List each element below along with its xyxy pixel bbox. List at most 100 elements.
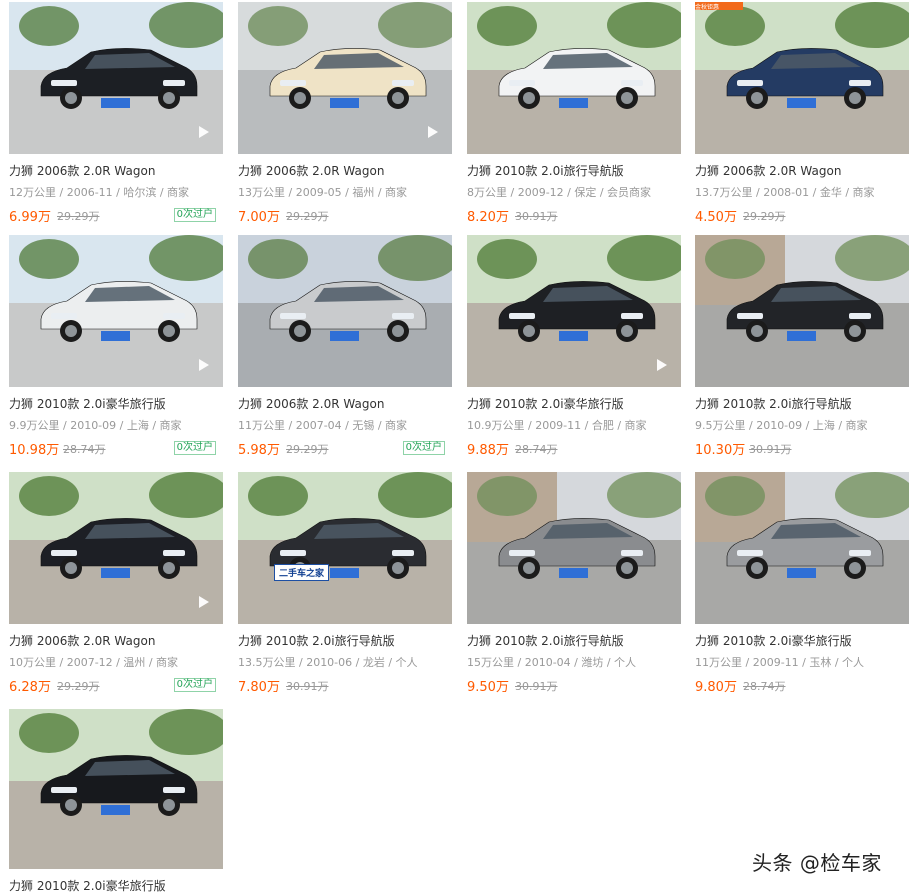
car-photo[interactable] — [467, 2, 681, 154]
car-photo[interactable] — [695, 235, 909, 387]
listing-title[interactable]: 力狮 2010款 2.0i旅行导航版 — [467, 162, 624, 179]
listing-meta: 11万公里 / 2009-11 / 玉林 / 个人 — [695, 656, 865, 669]
original-price: 28.74万 — [515, 443, 558, 456]
listing-card[interactable]: 力狮 2010款 2.0i豪华旅行版 — [0, 709, 223, 893]
listing-title[interactable]: 力狮 2006款 2.0R Wagon — [9, 632, 155, 649]
listing-grid: 力狮 2006款 2.0R Wagon 12万公里 / 2006-11 / 哈尔滨… — [0, 0, 919, 893]
tree-shape — [248, 476, 308, 516]
listing-meta: 15万公里 / 2010-04 / 潍坊 / 个人 — [467, 656, 637, 669]
car-photo[interactable] — [9, 709, 223, 869]
listing-card[interactable]: 二手车之家 力狮 2010款 2.0i旅行导航版 13.5万公里 / 2010-06… — [229, 472, 452, 698]
listing-card[interactable]: 力狮 2010款 2.0i豪华旅行版 10.9万公里 / 2009-11 / 合肥… — [458, 235, 681, 461]
listing-title[interactable]: 力狮 2006款 2.0R Wagon — [695, 162, 841, 179]
license-plate — [101, 98, 131, 108]
car-photo[interactable]: 二手车之家 — [238, 472, 452, 624]
listing-title[interactable]: 力狮 2006款 2.0R Wagon — [238, 162, 384, 179]
listing-card[interactable]: 力狮 2006款 2.0R Wagon 13万公里 / 2009-05 / 福州 … — [229, 2, 452, 228]
listing-price: 10.30万 — [695, 443, 746, 458]
original-price: 28.74万 — [743, 680, 786, 693]
car-photo[interactable] — [695, 472, 909, 624]
car-photo[interactable]: 金秋钜惠 — [695, 2, 909, 154]
listing-title[interactable]: 力狮 2010款 2.0i豪华旅行版 — [695, 632, 852, 649]
tree-shape — [705, 476, 765, 516]
listing-price: 10.98万 — [9, 443, 60, 458]
site-watermark: 二手车之家 — [274, 564, 330, 581]
listing-card[interactable]: 力狮 2010款 2.0i旅行导航版 15万公里 / 2010-04 / 潍坊 /… — [458, 472, 681, 698]
tree-shape — [19, 476, 79, 516]
listing-meta: 13.7万公里 / 2008-01 / 金华 / 商家 — [695, 186, 875, 199]
original-price: 30.91万 — [515, 210, 558, 223]
tree-shape — [248, 239, 308, 279]
play-icon[interactable] — [657, 359, 667, 371]
listing-card[interactable]: 力狮 2010款 2.0i旅行导航版 8万公里 / 2009-12 / 保定 / … — [458, 2, 681, 228]
tree-shape — [19, 239, 79, 279]
play-icon[interactable] — [199, 359, 209, 371]
listing-card[interactable]: 金秋钜惠力狮 2006款 2.0R Wagon 13.7万公里 / 2008-01… — [686, 2, 909, 228]
transfer-count-badge: 0次过户 — [402, 441, 445, 455]
car-photo[interactable] — [9, 235, 223, 387]
play-icon[interactable] — [199, 596, 209, 608]
license-plate — [330, 98, 360, 108]
listing-title[interactable]: 力狮 2010款 2.0i豪华旅行版 — [9, 877, 166, 894]
listing-meta: 11万公里 / 2007-04 / 无锡 / 商家 — [238, 419, 408, 432]
license-plate — [559, 98, 589, 108]
listing-price: 6.99万 — [9, 210, 51, 225]
site-watermark-label: 二手车之家 — [279, 569, 325, 579]
tree-shape — [477, 239, 537, 279]
listing-meta: 8万公里 / 2009-12 / 保定 / 会员商家 — [467, 186, 652, 199]
car-photo[interactable] — [9, 472, 223, 624]
listing-card[interactable]: 力狮 2010款 2.0i豪华旅行版 11万公里 / 2009-11 / 玉林 /… — [686, 472, 909, 698]
listing-price: 6.28万 — [9, 680, 51, 695]
license-plate — [101, 331, 131, 341]
play-icon[interactable] — [199, 126, 209, 138]
transfer-count-badge: 0次过户 — [173, 441, 216, 455]
listing-price: 9.88万 — [467, 443, 509, 458]
listing-price: 7.80万 — [238, 680, 280, 695]
source-watermark: 头条 @检车家 — [752, 851, 882, 875]
listing-title[interactable]: 力狮 2010款 2.0i旅行导航版 — [695, 395, 852, 412]
car-photo[interactable] — [238, 235, 452, 387]
listing-title[interactable]: 力狮 2006款 2.0R Wagon — [9, 162, 155, 179]
listing-card[interactable]: 力狮 2010款 2.0i豪华旅行版 9.9万公里 / 2010-09 / 上海 … — [0, 235, 223, 461]
license-plate — [559, 331, 589, 341]
play-icon[interactable] — [428, 126, 438, 138]
listing-title[interactable]: 力狮 2010款 2.0i旅行导航版 — [467, 632, 624, 649]
listing-card[interactable]: 力狮 2006款 2.0R Wagon 12万公里 / 2006-11 / 哈尔滨… — [0, 2, 223, 228]
tree-shape — [19, 6, 79, 46]
license-plate — [787, 98, 817, 108]
listing-price: 9.80万 — [695, 680, 737, 695]
listing-card[interactable]: 力狮 2006款 2.0R Wagon 10万公里 / 2007-12 / 温州 … — [0, 472, 223, 698]
license-plate — [330, 331, 360, 341]
listing-meta: 9.5万公里 / 2010-09 / 上海 / 商家 — [695, 419, 868, 432]
transfer-count-badge: 0次过户 — [173, 208, 216, 222]
tree-shape — [248, 6, 308, 46]
listing-card[interactable]: 力狮 2010款 2.0i旅行导航版 9.5万公里 / 2010-09 / 上海 … — [686, 235, 909, 461]
tree-shape — [705, 6, 765, 46]
promo-badge: 金秋钜惠 — [695, 2, 743, 10]
original-price: 29.29万 — [286, 443, 329, 456]
listing-title[interactable]: 力狮 2010款 2.0i旅行导航版 — [238, 632, 395, 649]
listing-price: 5.98万 — [238, 443, 280, 458]
license-plate — [101, 568, 131, 578]
listing-card[interactable]: 力狮 2006款 2.0R Wagon 11万公里 / 2007-04 / 无锡 … — [229, 235, 452, 461]
original-price: 30.91万 — [286, 680, 329, 693]
original-price: 30.91万 — [515, 680, 558, 693]
listing-title[interactable]: 力狮 2010款 2.0i豪华旅行版 — [467, 395, 624, 412]
listing-meta: 10.9万公里 / 2009-11 / 合肥 / 商家 — [467, 419, 647, 432]
listing-price: 9.50万 — [467, 680, 509, 695]
listing-price: 8.20万 — [467, 210, 509, 225]
original-price: 29.29万 — [57, 210, 100, 223]
car-photo[interactable] — [467, 472, 681, 624]
license-plate — [330, 568, 360, 578]
car-photo[interactable] — [467, 235, 681, 387]
car-photo[interactable] — [238, 2, 452, 154]
transfer-count-badge: 0次过户 — [173, 678, 216, 692]
listing-title[interactable]: 力狮 2010款 2.0i豪华旅行版 — [9, 395, 166, 412]
tree-shape — [477, 6, 537, 46]
license-plate — [787, 331, 817, 341]
listing-title[interactable]: 力狮 2006款 2.0R Wagon — [238, 395, 384, 412]
listing-meta: 10万公里 / 2007-12 / 温州 / 商家 — [9, 656, 179, 669]
car-photo[interactable] — [9, 2, 223, 154]
license-plate — [787, 568, 817, 578]
tree-shape — [19, 713, 79, 753]
